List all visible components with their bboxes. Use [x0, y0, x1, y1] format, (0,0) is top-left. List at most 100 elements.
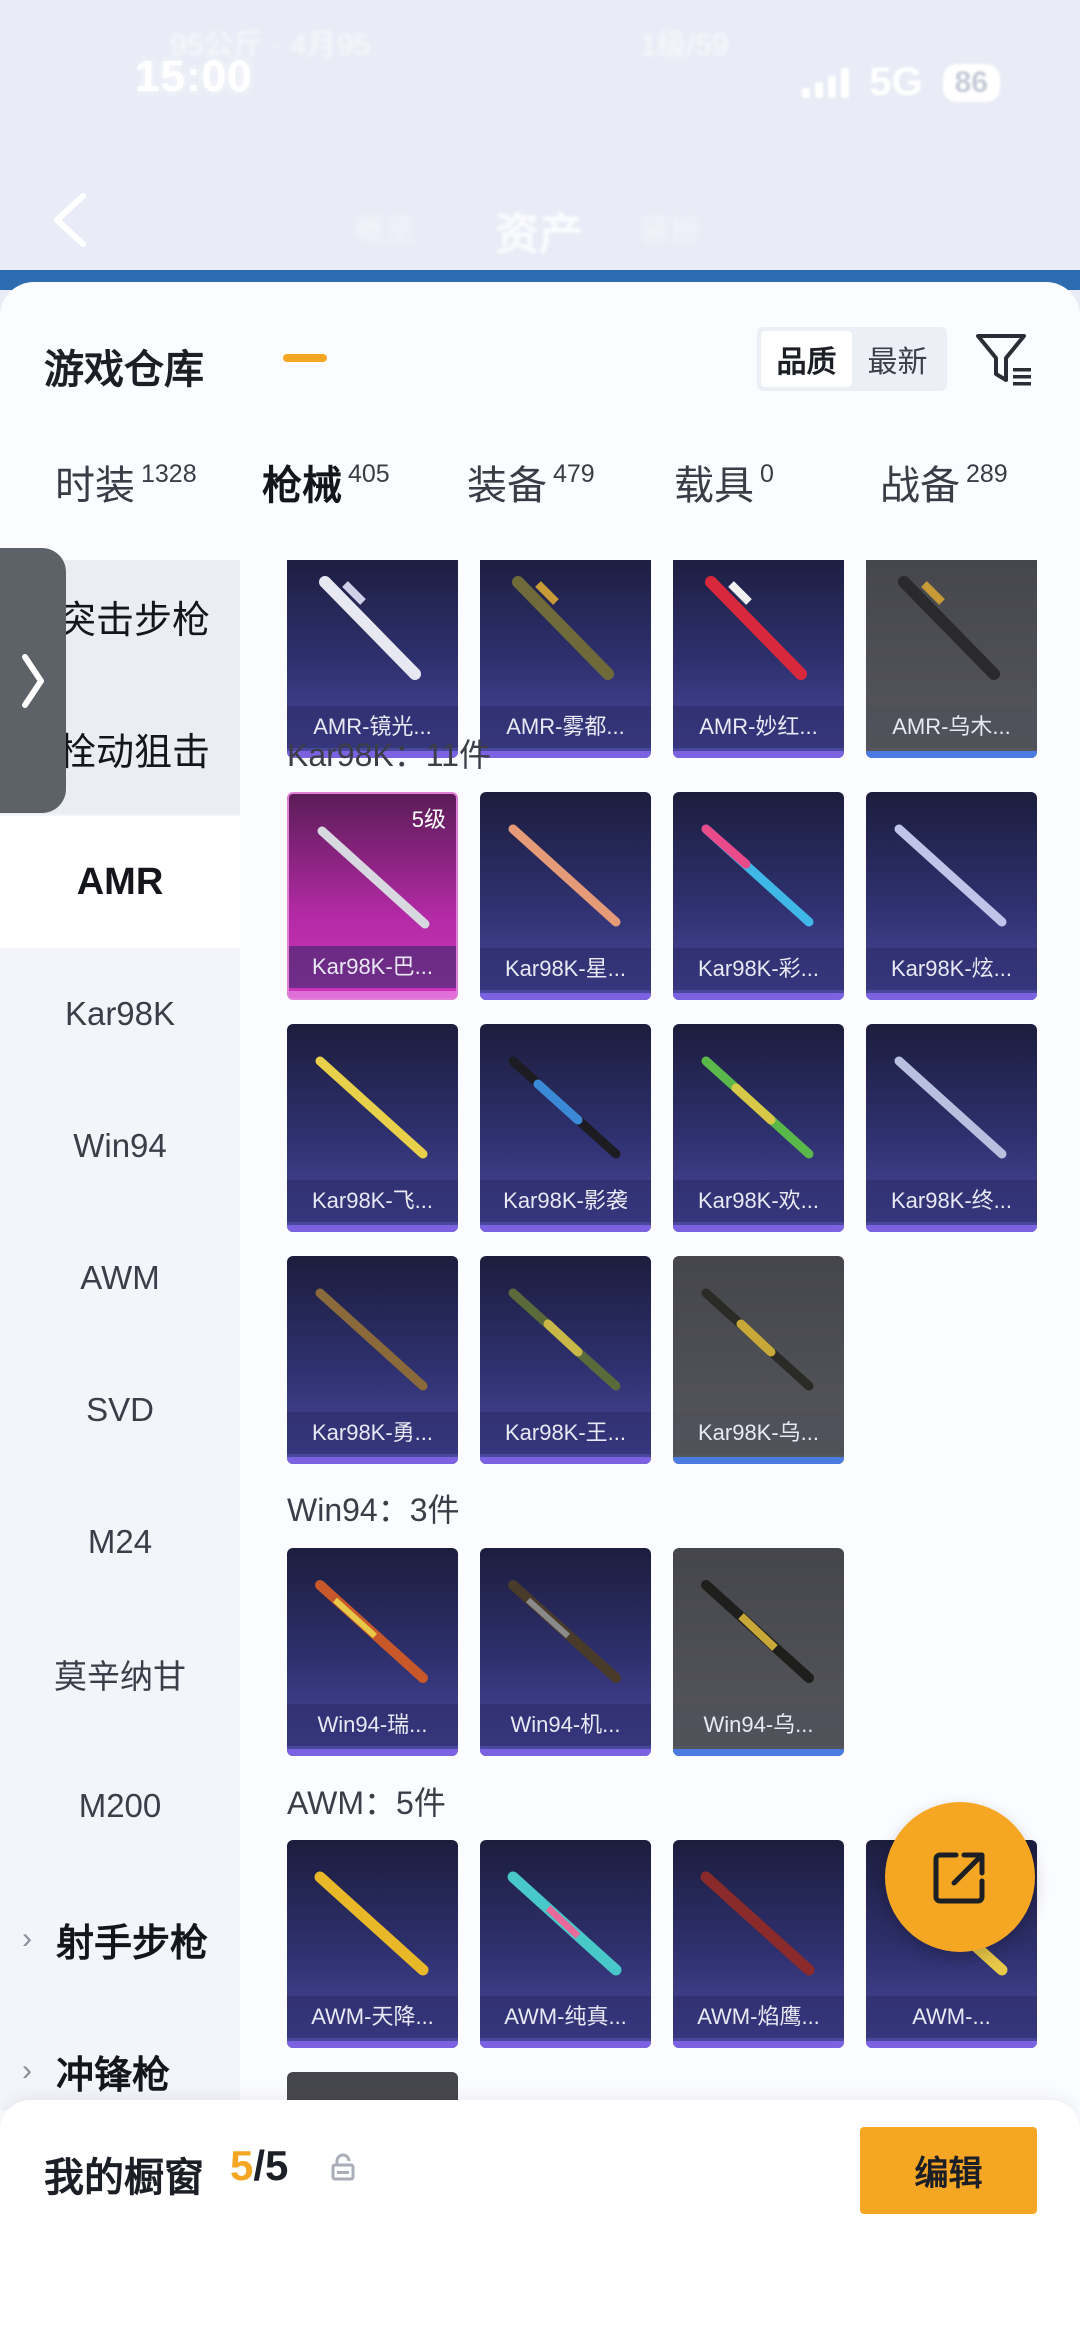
- category-tabs: 时装 1328 枪械 405 装备 479 载具 0 战备 289: [0, 460, 1080, 572]
- status-indicators: 5G 86: [802, 60, 1000, 105]
- item-card[interactable]: AMR-镜光...: [287, 560, 458, 758]
- active-tab-indicator: [283, 354, 327, 362]
- tab-firearms[interactable]: 枪械 405: [262, 460, 390, 552]
- sidebar-item-svd[interactable]: SVD: [0, 1344, 240, 1476]
- chevron-left-icon: [54, 193, 86, 247]
- item-card[interactable]: AWM-纯真...: [480, 1840, 651, 2048]
- sidebar-group-smg[interactable]: › 冲锋枪: [0, 2005, 240, 2110]
- network-label: 5G: [869, 60, 923, 104]
- filter-icon[interactable]: [975, 332, 1033, 388]
- item-card[interactable]: AMR-妙红...: [673, 560, 844, 758]
- rarity-bar: [287, 1457, 458, 1464]
- battery-icon: 86: [942, 63, 1000, 102]
- item-name: Kar98K-影袭: [480, 1180, 651, 1222]
- item-card[interactable]: Kar98K-飞...: [287, 1024, 458, 1232]
- sidebar-item-awm[interactable]: AWM: [0, 1212, 240, 1344]
- rarity-bar: [673, 1749, 844, 1756]
- rifle-icon: [705, 576, 807, 680]
- nav-tab-right[interactable]: 装扮: [640, 205, 700, 249]
- rifle-icon: [701, 1056, 814, 1159]
- rifle-icon: [701, 1580, 814, 1683]
- item-card[interactable]: AWM-焰鹰...: [673, 1840, 844, 2048]
- status-bar: 95公斤 · 4月95 1级/59 15:00 5G 86: [0, 0, 1080, 150]
- sort-quality-button[interactable]: 品质: [761, 331, 852, 387]
- item-card[interactable]: Win94-乌...: [673, 1548, 844, 1756]
- item-name: AMR-乌木...: [866, 706, 1037, 748]
- share-button[interactable]: [885, 1802, 1035, 1952]
- item-card[interactable]: Kar98K-彩...: [673, 792, 844, 1000]
- item-card[interactable]: Kar98K-王...: [480, 1256, 651, 1464]
- item-card[interactable]: Kar98K-影袭: [480, 1024, 651, 1232]
- rarity-bar: [866, 2041, 1037, 2048]
- tab-fashion[interactable]: 时装 1328: [55, 460, 197, 552]
- item-card[interactable]: Kar98K-乌...: [673, 1256, 844, 1464]
- tab-label: 载具: [674, 464, 754, 508]
- sidebar-group-label: 冲锋枪: [56, 2054, 171, 2097]
- item-card[interactable]: 5级 Kar98K-巴...: [287, 792, 458, 1000]
- item-name: AWM-天降...: [287, 1996, 458, 2038]
- rifle-icon: [898, 576, 1000, 680]
- item-name: Kar98K-王...: [480, 1412, 651, 1454]
- sort-newest-button[interactable]: 最新: [852, 331, 943, 387]
- rarity-bar: [480, 1457, 651, 1464]
- item-card[interactable]: AMR-乌木...: [866, 560, 1037, 758]
- rifle-icon: [701, 1288, 814, 1391]
- item-name: AMR-妙红...: [673, 706, 844, 748]
- item-name: Kar98K-巴...: [289, 946, 456, 988]
- item-card[interactable]: Kar98K-终...: [866, 1024, 1037, 1232]
- item-name: Kar98K-星...: [480, 948, 651, 990]
- sidebar-item-win94[interactable]: Win94: [0, 1080, 240, 1212]
- item-card[interactable]: AWM-天降...: [287, 1840, 458, 2048]
- edit-button[interactable]: 编辑: [860, 2127, 1037, 2214]
- showcase-current: 5: [230, 2142, 254, 2189]
- rifle-icon: [508, 1580, 621, 1683]
- sidebar-item-mosin[interactable]: 莫辛纳甘: [0, 1608, 240, 1740]
- showcase-total: /5: [253, 2142, 289, 2189]
- item-card[interactable]: Win94-机...: [480, 1548, 651, 1756]
- rifle-icon: [314, 1871, 429, 1976]
- sidebar-item-kar98k[interactable]: Kar98K: [0, 948, 240, 1080]
- item-card[interactable]: Kar98K-炫...: [866, 792, 1037, 1000]
- item-name: Win94-瑞...: [287, 1704, 458, 1746]
- tab-vehicles[interactable]: 载具 0: [674, 460, 774, 552]
- sidebar-item-m200[interactable]: M200: [0, 1740, 240, 1872]
- tab-equipment[interactable]: 装备 479: [467, 460, 595, 552]
- rarity-bar: [480, 751, 651, 758]
- item-card[interactable]: AMR-雾都...: [480, 560, 651, 758]
- rarity-bar: [480, 2041, 651, 2048]
- item-name: Kar98K-乌...: [673, 1412, 844, 1454]
- tab-supplies[interactable]: 战备 289: [880, 460, 1008, 552]
- rarity-bar: [287, 2041, 458, 2048]
- item-name: Win94-乌...: [673, 1704, 844, 1746]
- item-name: Kar98K-欢...: [673, 1180, 844, 1222]
- nav-tab-left[interactable]: 概览: [355, 205, 415, 249]
- back-button[interactable]: [45, 190, 95, 250]
- page-title: 资产: [495, 210, 583, 259]
- showcase-count: 5/5: [230, 2142, 288, 2190]
- rarity-bar: [673, 1457, 844, 1464]
- sidebar-collapse-button[interactable]: [0, 548, 66, 813]
- item-name: Win94-机...: [480, 1704, 651, 1746]
- item-card[interactable]: [287, 2072, 458, 2100]
- item-name: AWM-焰鹰...: [673, 1996, 844, 2038]
- level-badge: 5级: [411, 807, 446, 832]
- sidebar-group-marksman[interactable]: › 射手步枪: [0, 1873, 240, 2005]
- item-card[interactable]: Win94-瑞...: [287, 1548, 458, 1756]
- warehouse-title: 游戏仓库: [44, 348, 204, 392]
- status-faint-center: 1级/59: [640, 29, 729, 62]
- rarity-bar: [673, 993, 844, 1000]
- sidebar-item-m24[interactable]: M24: [0, 1476, 240, 1608]
- signal-icon: [802, 67, 850, 98]
- tab-label: 时装: [55, 464, 135, 508]
- chevron-right-icon: ›: [22, 1922, 32, 1955]
- rifle-icon: [512, 576, 614, 680]
- sidebar-item-amr[interactable]: AMR: [0, 816, 240, 948]
- item-card[interactable]: Kar98K-勇...: [287, 1256, 458, 1464]
- rifle-icon: [700, 1871, 815, 1976]
- item-card[interactable]: Kar98K-欢...: [673, 1024, 844, 1232]
- item-card[interactable]: Kar98K-星...: [480, 792, 651, 1000]
- rifle-icon: [508, 1288, 621, 1391]
- rarity-bar: [480, 993, 651, 1000]
- rifle-icon: [319, 576, 421, 680]
- rarity-bar: [480, 1749, 651, 1756]
